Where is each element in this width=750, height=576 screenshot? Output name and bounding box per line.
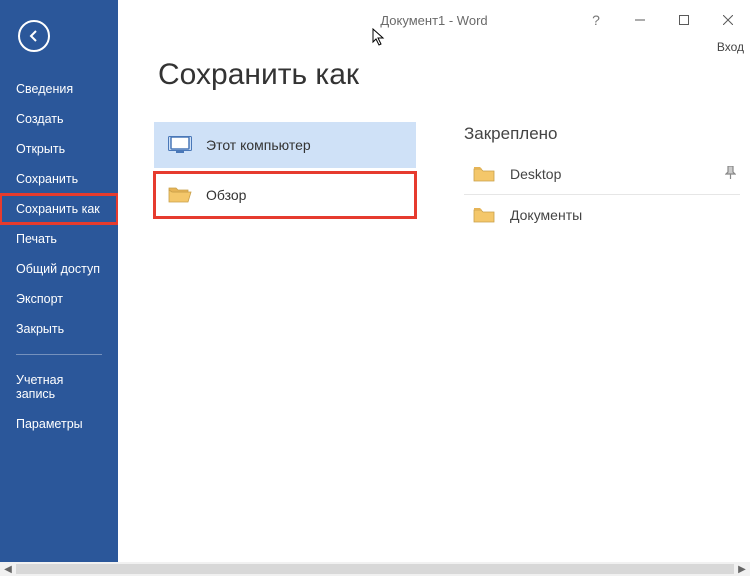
- nav-info[interactable]: Сведения: [0, 74, 118, 104]
- pinned-heading: Закреплено: [464, 124, 740, 144]
- nav-export[interactable]: Экспорт: [0, 284, 118, 314]
- folder-panel: Закреплено Desktop Документы: [464, 124, 740, 235]
- folder-label: Документы: [510, 207, 582, 223]
- nav-account[interactable]: Учетная запись: [0, 365, 118, 409]
- nav-options[interactable]: Параметры: [0, 409, 118, 439]
- source-label: Обзор: [206, 187, 246, 203]
- nav-close[interactable]: Закрыть: [0, 314, 118, 344]
- minimize-button[interactable]: [618, 0, 662, 40]
- horizontal-scrollbar[interactable]: ◀ ▶: [0, 562, 750, 576]
- back-arrow-icon: [18, 20, 50, 52]
- scroll-thumb[interactable]: [16, 564, 734, 574]
- folder-label: Desktop: [510, 166, 561, 182]
- folder-icon: [472, 205, 496, 225]
- backstage-main: Документ1 - Word ? Вход Сохранить как Эт…: [118, 0, 750, 562]
- titlebar: Документ1 - Word ?: [118, 0, 750, 40]
- back-button[interactable]: [16, 18, 52, 54]
- nav-new[interactable]: Создать: [0, 104, 118, 134]
- nav-separator: [16, 354, 102, 355]
- nav-share[interactable]: Общий доступ: [0, 254, 118, 284]
- save-location-list: Этот компьютер Обзор: [154, 122, 416, 218]
- pinned-folder-documents[interactable]: Документы: [464, 195, 740, 235]
- nav-save[interactable]: Сохранить: [0, 164, 118, 194]
- nav-open[interactable]: Открыть: [0, 134, 118, 164]
- close-button[interactable]: [706, 0, 750, 40]
- source-browse[interactable]: Обзор: [154, 172, 416, 218]
- pinned-folder-desktop[interactable]: Desktop: [464, 154, 740, 195]
- pin-icon[interactable]: [725, 166, 736, 183]
- sign-in-link[interactable]: Вход: [717, 40, 744, 54]
- nav-print[interactable]: Печать: [0, 224, 118, 254]
- window-controls: ?: [574, 0, 750, 40]
- scroll-track[interactable]: [16, 562, 734, 576]
- help-button[interactable]: ?: [574, 0, 618, 40]
- computer-icon: [168, 135, 192, 155]
- nav-save-as[interactable]: Сохранить как: [0, 194, 118, 224]
- maximize-button[interactable]: [662, 0, 706, 40]
- window-title: Документ1 - Word: [380, 13, 487, 28]
- backstage-sidebar: Сведения Создать Открыть Сохранить Сохра…: [0, 0, 118, 562]
- scroll-right-arrow-icon[interactable]: ▶: [734, 562, 750, 576]
- folder-open-icon: [168, 185, 192, 205]
- page-title: Сохранить как: [158, 58, 359, 92]
- folder-icon: [472, 164, 496, 184]
- mouse-cursor-icon: [372, 28, 386, 51]
- source-label: Этот компьютер: [206, 137, 311, 153]
- source-this-pc[interactable]: Этот компьютер: [154, 122, 416, 168]
- scroll-left-arrow-icon[interactable]: ◀: [0, 562, 16, 576]
